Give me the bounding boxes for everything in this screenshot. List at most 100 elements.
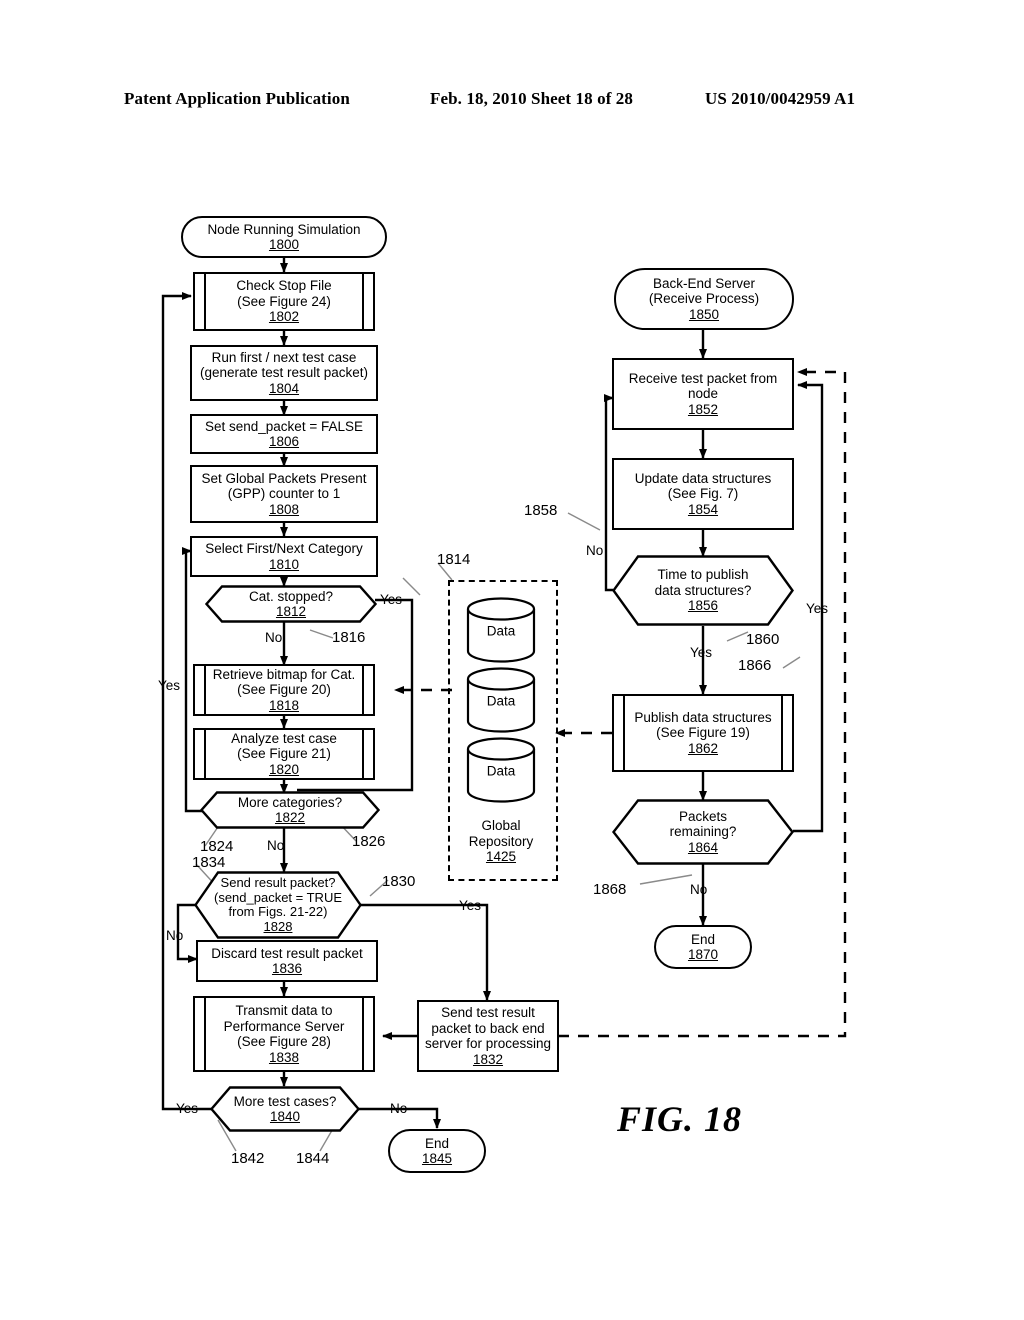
node-1810-process[interactable]: Select First/Next Category 1810 xyxy=(190,536,378,577)
node-1845-ref: 1845 xyxy=(421,1151,453,1166)
node-1864-ref: 1864 xyxy=(687,839,719,855)
date-sheet-label: Feb. 18, 2010 Sheet 18 of 28 xyxy=(430,89,634,108)
ref-numeral-1858: 1858 xyxy=(524,502,558,519)
node-1856-ref: 1856 xyxy=(687,598,719,614)
node-1808-process[interactable]: Set Global Packets Present (GPP) counter… xyxy=(190,465,378,523)
node-1802-text: Check Stop File (See Figure 24) xyxy=(236,278,332,309)
node-1850-terminator[interactable]: Back-End Server (Receive Process) 1850 xyxy=(614,268,794,330)
node-1820-ref: 1820 xyxy=(268,761,300,777)
node-1832-process[interactable]: Send test result packet to back end serv… xyxy=(417,1000,559,1072)
node-1806-text: Set send_packet = FALSE xyxy=(205,418,363,434)
node-1840-decision[interactable]: More test cases? 1840 xyxy=(210,1086,360,1132)
ref-numeral-1816: 1816 xyxy=(332,629,366,646)
patent-figure-sheet: Patent Application Publication Feb. 18, … xyxy=(0,0,1024,1320)
node-1810-ref: 1810 xyxy=(268,556,300,572)
node-1840-text: More test cases? xyxy=(233,1093,337,1109)
node-1852-ref: 1852 xyxy=(687,401,719,417)
node-1862-predefined-process[interactable]: Publish data structures (See Figure 19) … xyxy=(612,694,794,772)
node-1836-ref: 1836 xyxy=(271,961,303,976)
node-1864-decision[interactable]: Packets remaining? 1864 xyxy=(612,799,794,865)
node-1804-process[interactable]: Run first / next test case (generate tes… xyxy=(190,345,378,401)
ref-numeral-1834: 1834 xyxy=(192,854,226,871)
node-1856-decision[interactable]: Time to publish data structures? 1856 xyxy=(612,555,794,626)
node-1845-terminator[interactable]: End 1845 xyxy=(388,1129,486,1173)
node-1808-ref: 1808 xyxy=(268,501,300,517)
edge-label-1840-yes: Yes xyxy=(176,1101,199,1116)
repository-caption: Global Repository 1425 xyxy=(448,818,554,865)
node-1838-text: Transmit data to Performance Server (See… xyxy=(223,1003,345,1049)
node-1812-ref: 1812 xyxy=(275,604,307,619)
node-1828-decision[interactable]: Send result packet? (send_packet = TRUE … xyxy=(194,871,362,939)
node-1852-process[interactable]: Receive test packet from node 1852 xyxy=(612,358,794,430)
node-1802-ref: 1802 xyxy=(268,309,300,325)
ref-numeral-1868: 1868 xyxy=(593,881,627,898)
node-1812-text: Cat. stopped? xyxy=(248,588,334,604)
repository-disk-3-label: Data xyxy=(486,763,516,779)
node-1838-ref: 1838 xyxy=(268,1049,300,1065)
ref-numeral-1824: 1824 xyxy=(200,838,234,855)
node-1838-predefined-process[interactable]: Transmit data to Performance Server (See… xyxy=(193,996,375,1072)
node-1820-predefined-process[interactable]: Analyze test case (See Figure 21) 1820 xyxy=(193,728,375,780)
node-1862-text: Publish data structures (See Figure 19) xyxy=(634,709,772,741)
repository-disk-1: Data xyxy=(466,596,536,664)
node-1862-ref: 1862 xyxy=(687,740,719,756)
node-1840-ref: 1840 xyxy=(269,1109,301,1124)
node-1804-ref: 1804 xyxy=(268,380,300,396)
edge-label-1828-no: No xyxy=(166,928,184,943)
node-1836-process[interactable]: Discard test result packet 1836 xyxy=(196,940,378,982)
node-1828-text: Send result packet? (send_packet = TRUE … xyxy=(213,875,343,919)
node-1854-text: Update data structures (See Fig. 7) xyxy=(634,470,772,502)
node-1822-text: More categories? xyxy=(237,794,343,810)
node-1852-text: Receive test packet from node xyxy=(628,370,778,402)
edge-label-1856-yes: Yes xyxy=(690,645,713,660)
node-1818-text: Retrieve bitmap for Cat. (See Figure 20) xyxy=(212,666,356,698)
node-1806-process[interactable]: Set send_packet = FALSE 1806 xyxy=(190,414,378,454)
repository-title-line2: Repository xyxy=(468,833,534,849)
ref-numeral-1842: 1842 xyxy=(231,1150,265,1167)
node-1812-decision[interactable]: Cat. stopped? 1812 xyxy=(205,585,377,623)
edge-label-1812-no: No xyxy=(265,630,283,645)
edge-label-1822-no: No xyxy=(267,838,285,853)
edge-label-1864-no: No xyxy=(690,882,708,897)
edge-label-1856-no: No xyxy=(586,543,604,558)
edge-label-1828-yes: Yes xyxy=(459,898,482,913)
node-1806-ref: 1806 xyxy=(268,434,300,449)
node-1850-ref: 1850 xyxy=(688,306,720,322)
ref-numeral-1844: 1844 xyxy=(296,1150,330,1167)
repository-ref: 1425 xyxy=(485,849,517,864)
ref-numeral-1860: 1860 xyxy=(746,631,780,648)
node-1802-predefined-process[interactable]: Check Stop File (See Figure 24) 1802 xyxy=(193,272,375,331)
node-1854-process[interactable]: Update data structures (See Fig. 7) 1854 xyxy=(612,458,794,530)
node-1832-ref: 1832 xyxy=(472,1051,504,1067)
repository-disk-2-label: Data xyxy=(486,693,516,709)
node-1854-ref: 1854 xyxy=(687,501,719,517)
node-1822-ref: 1822 xyxy=(274,810,306,825)
ref-numeral-1866: 1866 xyxy=(738,657,772,674)
node-1800-text: Node Running Simulation xyxy=(207,221,361,237)
node-1850-text: Back-End Server (Receive Process) xyxy=(648,275,760,307)
node-1810-text: Select First/Next Category xyxy=(205,541,363,556)
ref-numeral-1826: 1826 xyxy=(352,833,386,850)
node-1870-text: End xyxy=(690,931,716,947)
ref-numeral-1814: 1814 xyxy=(437,551,471,568)
node-1804-text: Run first / next test case (generate tes… xyxy=(199,349,369,381)
node-1836-text: Discard test result packet xyxy=(211,945,363,961)
repository-disk-1-label: Data xyxy=(486,623,516,639)
ref-numeral-1830: 1830 xyxy=(382,873,416,890)
edge-label-1812-yes: Yes xyxy=(380,592,403,607)
node-1870-ref: 1870 xyxy=(687,947,719,962)
node-1856-text: Time to publish data structures? xyxy=(654,567,752,598)
node-1820-text: Analyze test case (See Figure 21) xyxy=(231,730,337,762)
repository-title-line1: Global xyxy=(481,818,521,833)
node-1845-text: End xyxy=(424,1135,450,1151)
patent-number-label: US 2010/0042959 A1 xyxy=(705,89,856,108)
node-1800-terminator[interactable]: Node Running Simulation 1800 xyxy=(181,216,387,258)
node-1828-ref: 1828 xyxy=(263,918,293,934)
node-1822-decision[interactable]: More categories? 1822 xyxy=(200,791,380,829)
node-1818-predefined-process[interactable]: Retrieve bitmap for Cat. (See Figure 20)… xyxy=(193,664,375,716)
repository-disk-3: Data xyxy=(466,736,536,804)
node-1870-terminator[interactable]: End 1870 xyxy=(654,925,752,969)
edge-label-1840-no: No xyxy=(390,1101,408,1116)
node-1864-text: Packets remaining? xyxy=(669,808,737,840)
edge-label-1822-yes: Yes xyxy=(158,678,181,693)
